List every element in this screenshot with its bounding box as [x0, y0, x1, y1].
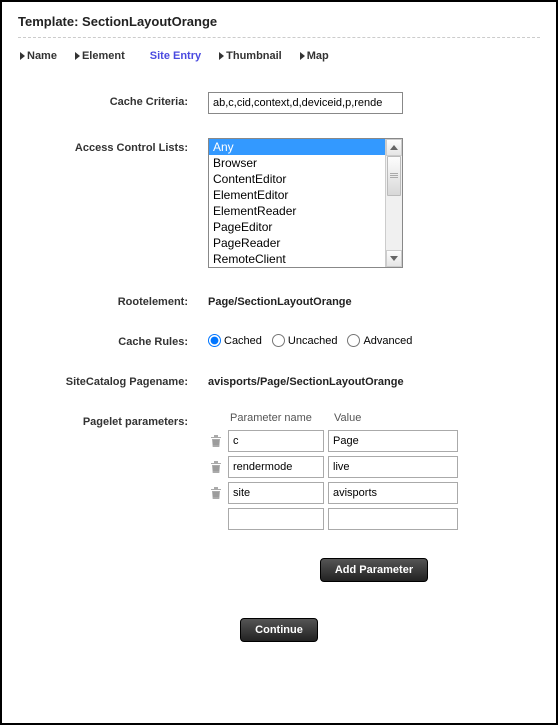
trash-icon[interactable] — [208, 485, 224, 501]
scroll-up-button[interactable] — [386, 139, 402, 156]
cache-rule-label: Cached — [224, 335, 262, 347]
sitecatalog-label: SiteCatalog Pagename: — [18, 372, 208, 388]
arrow-icon — [20, 52, 25, 60]
acl-option[interactable]: PageReader — [209, 235, 385, 251]
acl-option[interactable]: ContentEditor — [209, 171, 385, 187]
acl-scrollbar[interactable] — [385, 139, 402, 267]
tab-name[interactable]: Name — [20, 50, 57, 62]
tab-label: Thumbnail — [226, 50, 282, 62]
param-row — [208, 508, 540, 530]
continue-button[interactable]: Continue — [240, 618, 318, 642]
arrow-icon — [75, 52, 80, 60]
rootelement-label: Rootelement: — [18, 292, 208, 308]
cache-rules-label: Cache Rules: — [18, 332, 208, 348]
tabs: Name Element Site Entry Thumbnail Map — [18, 50, 540, 62]
param-name-input[interactable] — [228, 508, 324, 530]
param-value-input[interactable] — [328, 456, 458, 478]
tab-label: Name — [27, 50, 57, 62]
scroll-down-button[interactable] — [386, 250, 402, 267]
param-row — [208, 482, 540, 504]
arrow-icon — [219, 52, 224, 60]
param-name-input[interactable] — [228, 482, 324, 504]
cache-rule-label: Advanced — [363, 335, 412, 347]
tab-site-entry[interactable]: Site Entry — [143, 50, 201, 62]
cache-rule-radio[interactable] — [208, 334, 221, 347]
cache-criteria-label: Cache Criteria: — [18, 92, 208, 108]
scroll-track[interactable] — [386, 156, 402, 250]
trash-icon[interactable] — [208, 459, 224, 475]
divider — [18, 37, 540, 38]
pagelet-label: Pagelet parameters: — [18, 412, 208, 428]
acl-option[interactable]: Any — [209, 139, 385, 155]
cache-rule-radio[interactable] — [347, 334, 360, 347]
tab-label: Element — [82, 50, 125, 62]
page-title: Template: SectionLayoutOrange — [18, 14, 540, 29]
tab-element[interactable]: Element — [75, 50, 125, 62]
trash-icon[interactable] — [208, 433, 224, 449]
param-value-input[interactable] — [328, 482, 458, 504]
acl-option[interactable]: ElementEditor — [209, 187, 385, 203]
acl-option[interactable]: ElementReader — [209, 203, 385, 219]
param-row — [208, 430, 540, 452]
rootelement-value: Page/SectionLayoutOrange — [208, 292, 540, 308]
param-name-input[interactable] — [228, 456, 324, 478]
scroll-thumb[interactable] — [387, 156, 401, 196]
cache-criteria-input[interactable] — [208, 92, 403, 114]
acl-option[interactable]: Browser — [209, 155, 385, 171]
cache-rules-group: Cached Uncached Advanced — [208, 332, 540, 347]
cache-rule-radio[interactable] — [272, 334, 285, 347]
cache-rule-cached[interactable]: Cached — [208, 334, 262, 347]
tab-label: Map — [307, 50, 329, 62]
tab-thumbnail[interactable]: Thumbnail — [219, 50, 282, 62]
acl-listbox[interactable]: AnyBrowserContentEditorElementEditorElem… — [209, 139, 385, 267]
acl-label: Access Control Lists: — [18, 138, 208, 154]
cache-rule-uncached[interactable]: Uncached — [272, 334, 338, 347]
add-parameter-button[interactable]: Add Parameter — [320, 558, 428, 582]
cache-rule-advanced[interactable]: Advanced — [347, 334, 412, 347]
acl-option[interactable]: RemoteClient — [209, 251, 385, 267]
sitecatalog-value: avisports/Page/SectionLayoutOrange — [208, 372, 540, 388]
tab-map[interactable]: Map — [300, 50, 329, 62]
param-name-input[interactable] — [228, 430, 324, 452]
param-header-name: Parameter name — [230, 412, 330, 424]
param-value-input[interactable] — [328, 430, 458, 452]
cache-rule-label: Uncached — [288, 335, 338, 347]
param-row — [208, 456, 540, 478]
tab-label: Site Entry — [150, 50, 201, 62]
acl-option[interactable]: PageEditor — [209, 219, 385, 235]
arrow-icon — [300, 52, 305, 60]
param-header-value: Value — [330, 412, 450, 424]
param-value-input[interactable] — [328, 508, 458, 530]
